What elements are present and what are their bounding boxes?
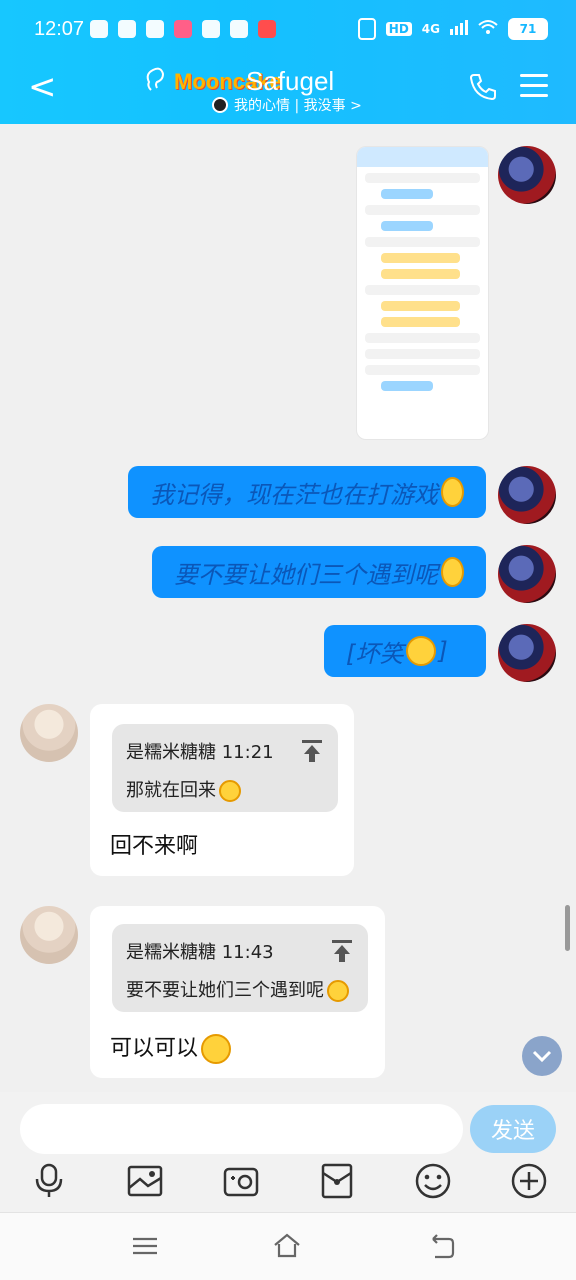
fan-icon [90, 20, 108, 38]
menu-button[interactable] [520, 74, 548, 104]
emoji-icon [327, 980, 349, 1002]
wechat-icon [118, 20, 136, 38]
message-text: [坏笑 [346, 639, 404, 668]
message-icon [146, 20, 164, 38]
mood-status[interactable]: 我的心情 | 我没事 > [212, 95, 362, 115]
message-input[interactable] [20, 1104, 463, 1154]
signal-icon [450, 19, 468, 39]
emoji-icon [441, 557, 464, 587]
system-nav-bar [0, 1212, 576, 1280]
hd-icon: HD [385, 22, 412, 36]
phone-icon[interactable] [468, 72, 498, 106]
mood-icon [212, 97, 228, 113]
back-button[interactable]: < [28, 70, 57, 104]
back-icon[interactable] [426, 1231, 456, 1261]
jump-to-quote-icon[interactable] [332, 940, 352, 962]
friend-avatar[interactable] [20, 704, 78, 762]
reply-text: 可以可以 [110, 1030, 232, 1064]
compass-icon [202, 20, 220, 38]
vibrate-icon [357, 18, 376, 40]
emoji-icon [441, 477, 464, 507]
chat-title[interactable]: Safugel [246, 66, 334, 97]
message-text: 我记得，现在茫也在打游戏 [150, 480, 438, 509]
quote-text: 要不要让她们三个遇到呢 [126, 976, 349, 1002]
reply-text: 回不来啊 [110, 834, 199, 859]
mood-text: 我的心情 | 我没事 > [234, 98, 362, 114]
my-avatar[interactable] [498, 146, 556, 204]
red-envelope-icon[interactable] [318, 1162, 356, 1200]
image-icon[interactable] [126, 1162, 164, 1200]
emoji-icon [406, 636, 437, 666]
composer: 发送 [0, 1092, 576, 1212]
emoji-icon [219, 780, 241, 802]
reply-message-card[interactable]: 是糯米糖糖 11:43 要不要让她们三个遇到呢 可以可以 [90, 906, 385, 1078]
quote-author-time: 是糯米糖糖 11:43 [126, 942, 274, 963]
chat-screen: 12:07 HD 4G 71 < Mooncake Safugel 我的心情 |… [0, 0, 576, 1280]
scrollbar-thumb[interactable] [565, 905, 570, 951]
quoted-message[interactable]: 是糯米糖糖 11:21 那就在回来 [112, 724, 338, 812]
microphone-icon[interactable] [30, 1162, 68, 1200]
system-icons: HD 4G 71 [357, 18, 548, 40]
message-bubble[interactable]: 我记得，现在茫也在打游戏 [128, 466, 486, 518]
message-bubble[interactable]: 要不要让她们三个遇到呢 [152, 546, 486, 598]
friend-avatar[interactable] [20, 906, 78, 964]
hotspot-icon [230, 20, 248, 38]
quote-text: 那就在回来 [126, 776, 241, 802]
reply-message-card[interactable]: 是糯米糖糖 11:21 那就在回来 回不来啊 [90, 704, 354, 876]
menu-icon[interactable] [130, 1231, 160, 1261]
message-text: 要不要让她们三个遇到呢 [174, 560, 438, 589]
quote-author-time: 是糯米糖糖 11:21 [126, 742, 274, 763]
send-button[interactable]: 发送 [470, 1105, 556, 1153]
camera-icon[interactable] [222, 1162, 260, 1200]
chat-header: 12:07 HD 4G 71 < Mooncake Safugel 我的心情 |… [0, 0, 576, 124]
quoted-message[interactable]: 是糯米糖糖 11:43 要不要让她们三个遇到呢 [112, 924, 368, 1012]
network-label: 4G [421, 22, 440, 36]
jump-to-quote-icon[interactable] [302, 740, 322, 762]
scroll-down-button[interactable] [522, 1036, 562, 1076]
emoji-icon [201, 1034, 232, 1064]
status-time: 12:07 [34, 18, 85, 40]
my-avatar[interactable] [498, 624, 556, 682]
app-icon [174, 20, 192, 38]
my-avatar[interactable] [498, 466, 556, 524]
emoji-icon[interactable] [414, 1162, 452, 1200]
game-icon [258, 20, 276, 38]
ear-icon[interactable] [145, 66, 165, 94]
wifi-icon [478, 19, 498, 39]
screenshot-image[interactable] [356, 146, 489, 440]
battery-icon: 71 [508, 18, 548, 40]
my-avatar[interactable] [498, 545, 556, 603]
plus-icon[interactable] [510, 1162, 548, 1200]
notification-icons [90, 20, 276, 38]
home-icon[interactable] [272, 1231, 302, 1261]
status-bar: 12:07 HD 4G 71 [0, 0, 576, 62]
message-bubble[interactable]: [坏笑] [324, 625, 486, 677]
